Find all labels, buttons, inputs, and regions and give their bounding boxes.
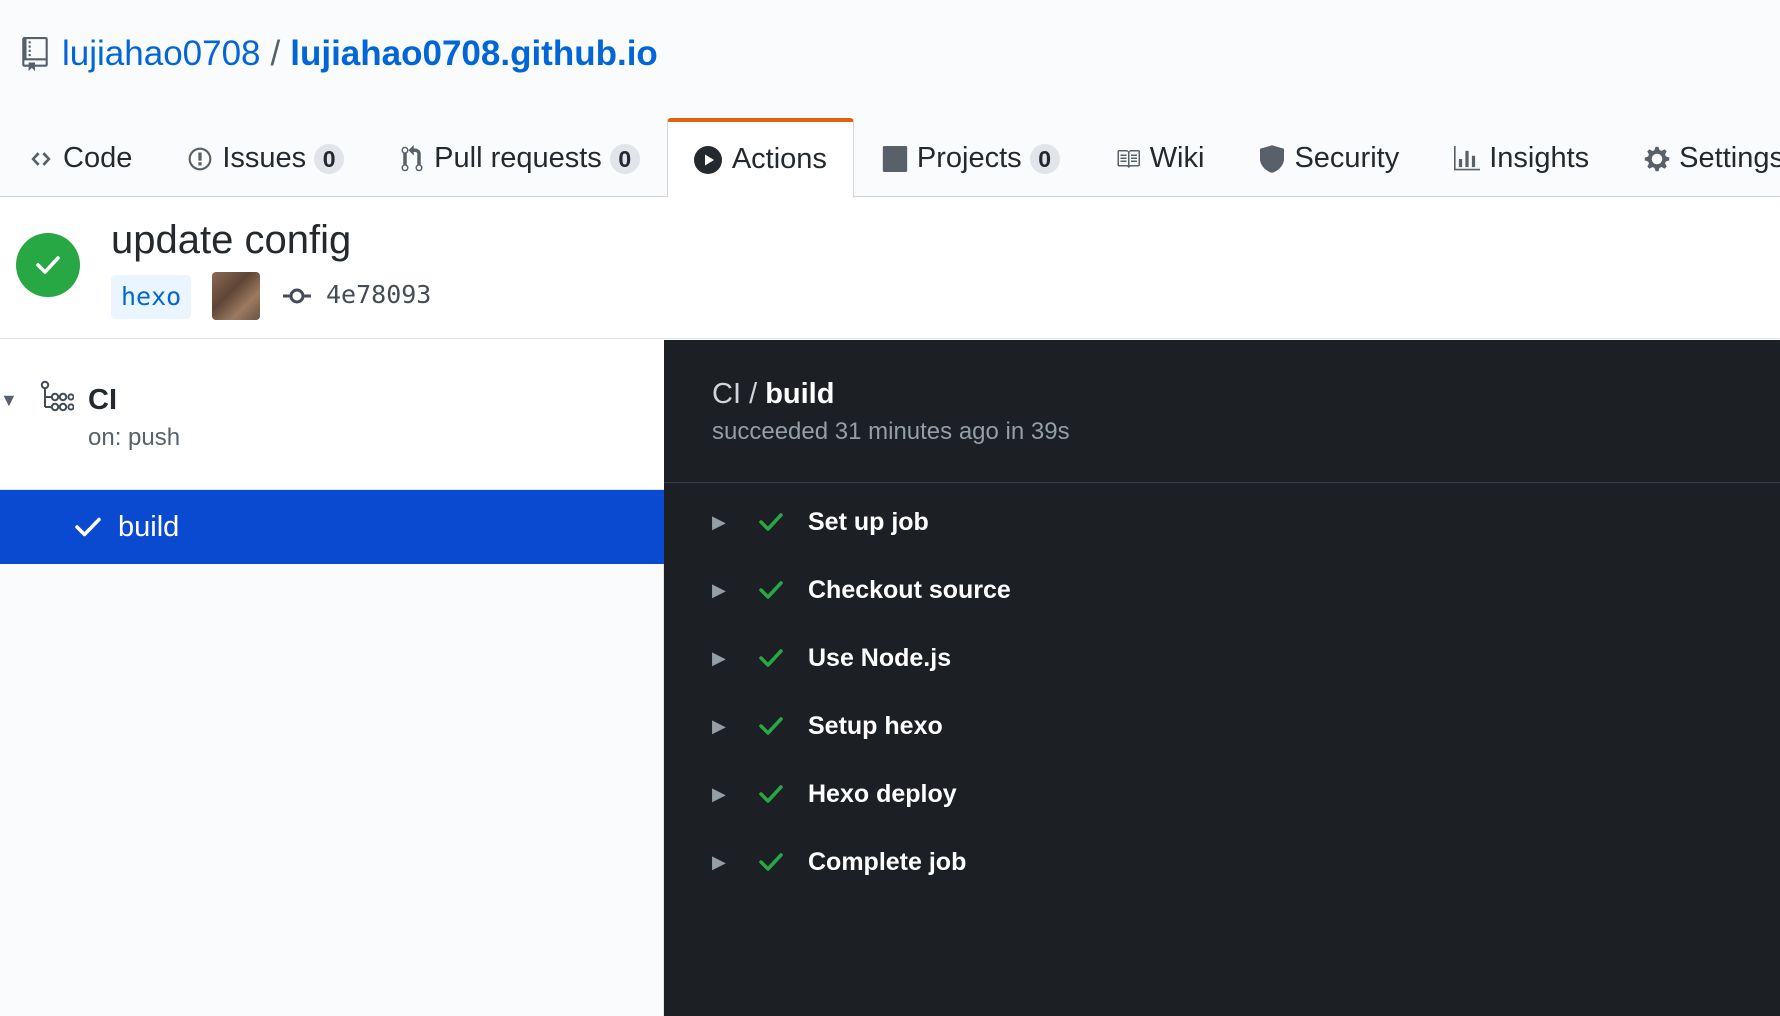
step-label: Use Node.js [808, 643, 952, 672]
expand-caret-icon[interactable]: ▶ [712, 512, 732, 533]
commit-sha-link[interactable]: 4e78093 [326, 280, 431, 309]
graph-icon [1453, 145, 1481, 173]
repo-owner-link[interactable]: lujiahao0708 [62, 34, 261, 74]
expand-caret-icon[interactable]: ▶ [712, 784, 732, 805]
issue-icon [186, 145, 214, 173]
repo-separator: / [270, 34, 281, 73]
check-icon [758, 780, 786, 808]
repo-icon [22, 37, 48, 71]
shield-icon [1258, 144, 1286, 173]
run-header: update config hexo 4e78093 [0, 198, 1780, 339]
tab-insights[interactable]: Insights [1426, 118, 1616, 196]
step-label: Complete job [808, 847, 967, 876]
project-icon [881, 145, 909, 173]
step-label: Checkout source [808, 575, 1011, 604]
log-summary: succeeded 31 minutes ago in 39s [712, 418, 1070, 445]
step-label: Set up job [808, 507, 929, 536]
step-row[interactable]: ▶ Hexo deploy [664, 760, 1780, 828]
job-label: build [118, 510, 180, 543]
issues-counter: 0 [314, 143, 345, 174]
collapse-caret-icon[interactable]: ▼ [0, 390, 18, 411]
check-icon [74, 512, 104, 542]
job-item-build[interactable]: build [0, 490, 664, 564]
tab-label: Actions [731, 143, 827, 175]
expand-caret-icon[interactable]: ▶ [712, 852, 732, 873]
check-icon [758, 576, 786, 604]
step-label: Hexo deploy [808, 779, 957, 808]
check-icon [758, 712, 786, 740]
tab-projects[interactable]: Projects 0 [854, 118, 1087, 196]
pull-request-icon [398, 144, 426, 173]
tab-wiki[interactable]: Wiki [1087, 118, 1232, 196]
tab-label: Security [1294, 142, 1400, 174]
workflow-sidebar: ▼ CI on: push build [0, 340, 664, 1016]
step-row[interactable]: ▶ Set up job [664, 488, 1780, 556]
repo-header: lujiahao0708 / lujiahao0708.github.io Co… [0, 0, 1780, 198]
tab-label: Settings [1679, 142, 1780, 174]
log-job-name: build [765, 378, 835, 410]
step-label: Setup hexo [808, 711, 943, 740]
check-icon [758, 848, 786, 876]
tab-settings[interactable]: Settings [1616, 118, 1780, 196]
repo-title: lujiahao0708 / lujiahao0708.github.io [22, 34, 658, 74]
projects-counter: 0 [1029, 143, 1060, 174]
avatar[interactable] [212, 272, 260, 320]
log-title-separator: / [749, 378, 758, 410]
step-row[interactable]: ▶ Use Node.js [664, 624, 1780, 692]
log-workflow-name: CI [712, 378, 741, 410]
code-icon [27, 145, 55, 173]
tab-label: Issues [222, 142, 307, 174]
workflow-name: CI [88, 384, 117, 416]
workflow-trigger: on: push [88, 424, 181, 451]
tab-label: Pull requests [434, 142, 602, 174]
tab-label: Code [63, 142, 133, 174]
workflow-item[interactable]: ▼ CI on: push [0, 340, 664, 490]
run-title: update config [111, 218, 352, 262]
job-log-panel: CI / build succeeded 31 minutes ago in 3… [664, 340, 1780, 1016]
check-icon [758, 508, 786, 536]
tab-security[interactable]: Security [1231, 118, 1426, 196]
play-icon [693, 145, 722, 174]
step-row[interactable]: ▶ Complete job [664, 828, 1780, 896]
commit-icon [282, 284, 312, 308]
success-status-icon [16, 233, 80, 297]
step-row[interactable]: ▶ Setup hexo [664, 692, 1780, 760]
gear-icon [1643, 145, 1671, 173]
expand-caret-icon[interactable]: ▶ [712, 648, 732, 669]
tab-actions[interactable]: Actions [666, 118, 854, 198]
check-icon [758, 644, 786, 672]
branch-badge[interactable]: hexo [111, 275, 192, 319]
tab-pull-requests[interactable]: Pull requests 0 [371, 118, 667, 196]
log-header: CI / build succeeded 31 minutes ago in 3… [664, 340, 1780, 483]
tab-label: Insights [1489, 142, 1590, 174]
book-icon [1114, 145, 1142, 173]
workflow-icon [40, 380, 75, 414]
step-row[interactable]: ▶ Checkout source [664, 556, 1780, 624]
repo-nav-tabs: Code Issues 0 Pull requests 0 Actions Pr… [0, 118, 1780, 198]
tab-issues[interactable]: Issues 0 [159, 118, 371, 196]
tab-code[interactable]: Code [0, 118, 159, 196]
tab-label: Wiki [1149, 142, 1205, 174]
expand-caret-icon[interactable]: ▶ [712, 716, 732, 737]
pull-requests-counter: 0 [609, 143, 640, 174]
repo-name-link[interactable]: lujiahao0708.github.io [290, 34, 658, 74]
expand-caret-icon[interactable]: ▶ [712, 580, 732, 601]
tab-label: Projects [916, 142, 1022, 174]
log-title: CI / build [712, 378, 834, 411]
step-list: ▶ Set up job ▶ Checkout source ▶ Use Nod… [664, 488, 1780, 896]
